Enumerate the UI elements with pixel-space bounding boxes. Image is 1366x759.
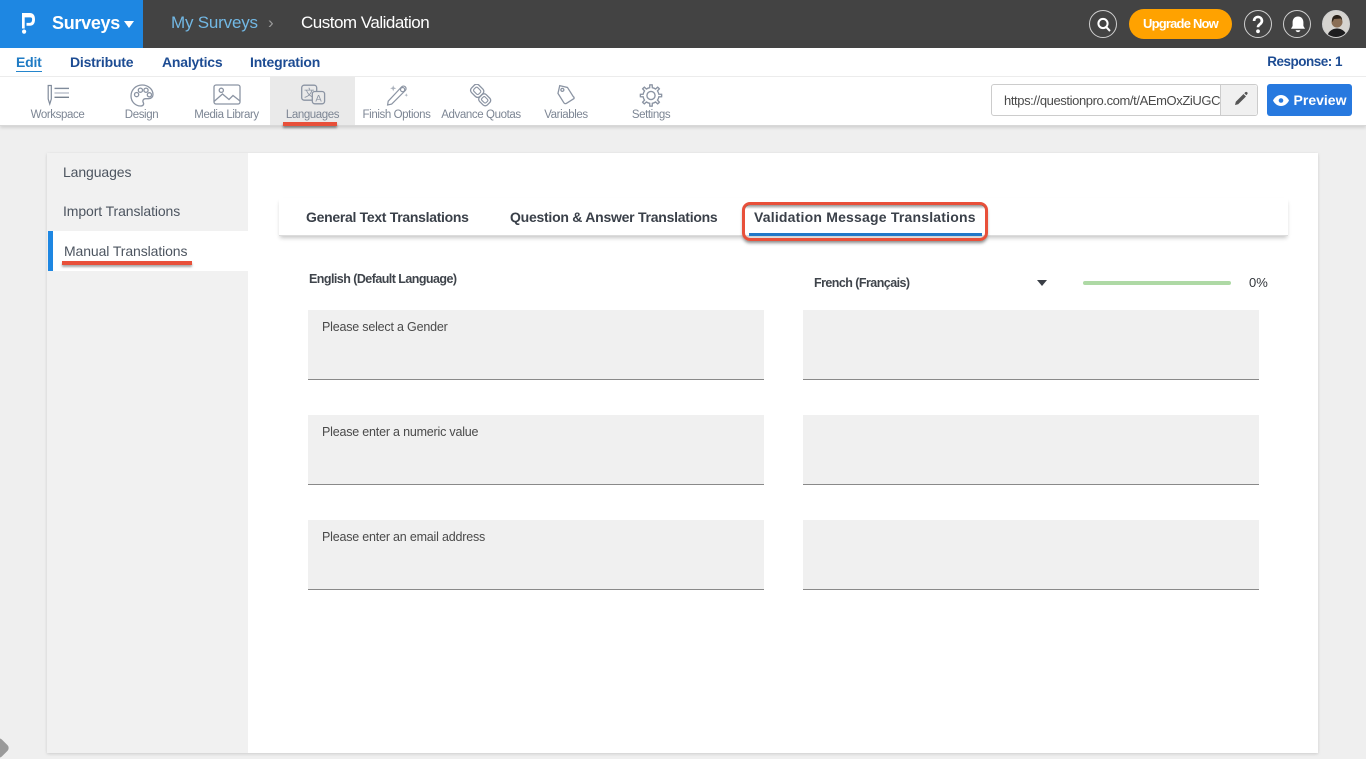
svg-text:A: A [315, 93, 322, 104]
